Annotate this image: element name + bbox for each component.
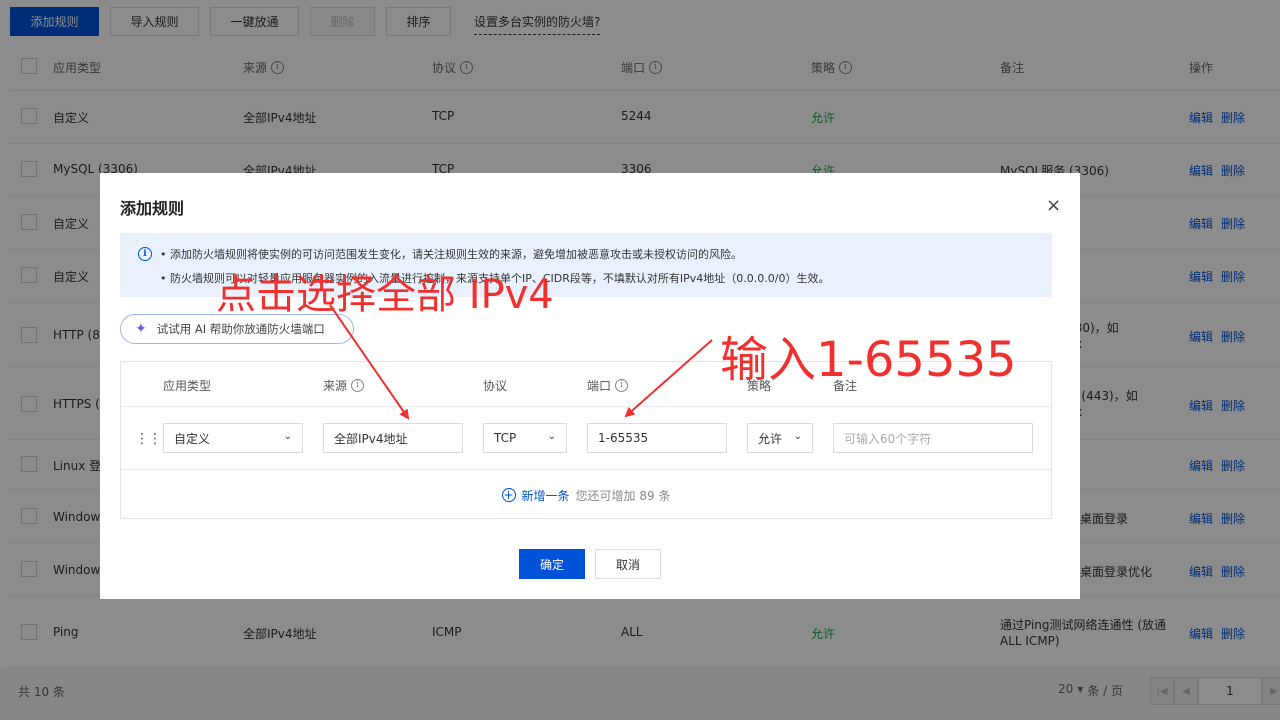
info-icon[interactable]: i xyxy=(615,379,629,392)
dialog-title: 添加规则 xyxy=(120,199,185,218)
sparkle-icon: ✦ xyxy=(135,321,147,337)
drag-handle-icon[interactable]: ⋮⋮ xyxy=(135,432,162,446)
remaining-count: 您还可增加 89 条 xyxy=(575,488,671,503)
policy-select[interactable]: 允许 ⌄ xyxy=(747,423,813,453)
notice-line-1: • 添加防火墙规则将使实例的可访问范围发生变化，请关注规则生效的来源，避免增加被… xyxy=(160,248,742,261)
rh-source: 来源 i xyxy=(323,377,365,394)
rh-source-label: 来源 xyxy=(323,379,348,393)
annotation-source-hint: 点击选择全部 IPv4 xyxy=(216,272,554,318)
source-input[interactable]: 全部IPv4地址 xyxy=(323,423,463,453)
remark-input[interactable]: 可输入60个字符 xyxy=(833,423,1033,453)
policy-value: 允许 xyxy=(758,431,783,446)
chevron-down-icon: ⌄ xyxy=(793,431,802,442)
ai-assist-button[interactable]: ✦ 试试用 AI 帮助你放通防火墙端口 xyxy=(120,314,354,344)
info-icon: i xyxy=(138,247,152,261)
cancel-button[interactable]: 取消 xyxy=(595,549,661,579)
add-row-label: 新增一条 xyxy=(521,488,570,503)
rule-edit-row: ⋮⋮ 自定义 ⌄ 全部IPv4地址 TCP ⌄ 1-65535 允许 ⌄ 可输入… xyxy=(121,407,1051,470)
confirm-button[interactable]: 确定 xyxy=(519,549,585,579)
chevron-down-icon: ⌄ xyxy=(283,431,292,442)
protocol-select[interactable]: TCP ⌄ xyxy=(483,423,567,453)
plus-circle-icon: + xyxy=(501,488,516,502)
app-type-value: 自定义 xyxy=(174,431,211,446)
annotation-port-hint: 输入1-65535 xyxy=(720,332,1017,388)
protocol-value: TCP xyxy=(494,431,517,445)
rh-app-type: 应用类型 xyxy=(163,379,212,393)
rh-protocol: 协议 xyxy=(483,379,508,393)
rh-port-label: 端口 xyxy=(587,379,612,393)
ai-assist-label: 试试用 AI 帮助你放通防火墙端口 xyxy=(156,322,325,336)
add-row-button[interactable]: + 新增一条 您还可增加 89 条 xyxy=(121,470,1051,520)
rh-port: 端口 i xyxy=(587,377,629,394)
app-type-select[interactable]: 自定义 ⌄ xyxy=(163,423,303,453)
close-icon[interactable]: × xyxy=(1046,197,1061,215)
chevron-down-icon: ⌄ xyxy=(547,431,556,442)
port-input[interactable]: 1-65535 xyxy=(587,423,727,453)
info-icon[interactable]: i xyxy=(351,379,365,392)
